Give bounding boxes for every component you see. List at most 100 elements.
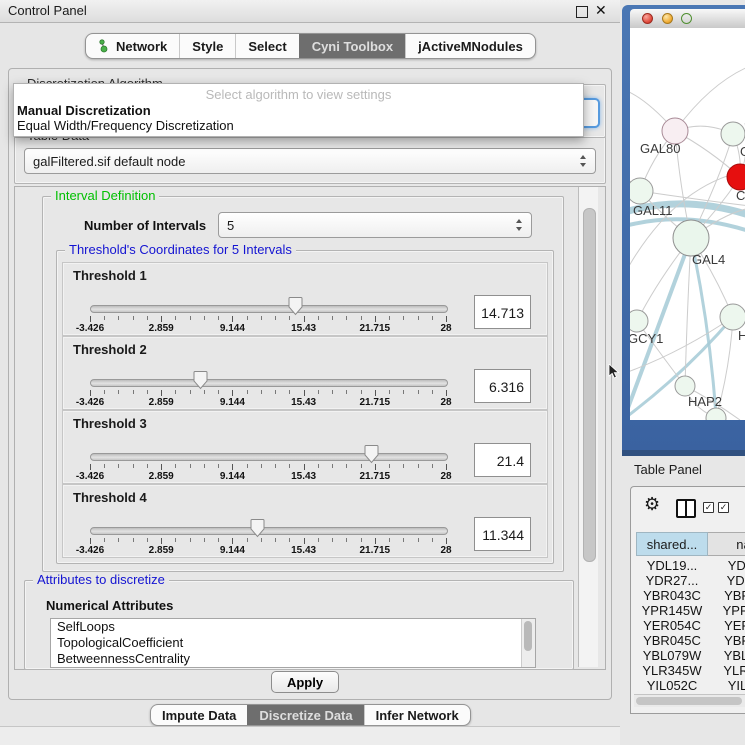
tick-mark (446, 464, 447, 470)
tick-mark (204, 538, 205, 542)
tick-label: 21.715 (360, 397, 391, 408)
list-item[interactable]: BetweennessCentrality (51, 651, 535, 667)
tick-mark (304, 538, 305, 544)
horizontal-scrollbar[interactable] (634, 694, 745, 707)
tick-mark (104, 464, 105, 468)
tick-mark (90, 316, 91, 322)
threshold-value-field[interactable]: 14.713 (474, 295, 531, 329)
close-icon[interactable]: ✕ (595, 2, 607, 19)
tick-mark (361, 538, 362, 542)
cell-shared-name: YDL19... (636, 558, 708, 573)
app-root: Control Panel ✕ Network Style Select Cyn… (0, 0, 745, 745)
tab-select[interactable]: Select (235, 34, 298, 58)
scrollbar-thumb[interactable] (524, 621, 532, 651)
slider-track[interactable] (90, 527, 448, 535)
network-window-titlebar[interactable] (630, 9, 745, 29)
network-icon (98, 39, 111, 53)
mac-minimize-button[interactable] (662, 13, 673, 24)
tick-mark (332, 538, 333, 542)
tab-discretize-data[interactable]: Discretize Data (247, 705, 363, 725)
table-row[interactable]: YPR145WYPR145W (636, 603, 745, 618)
scrollbar-thumb[interactable] (636, 697, 742, 705)
tab-label: Style (192, 39, 223, 54)
cell-name: YBR043C (708, 588, 745, 603)
slider-thumb[interactable] (288, 296, 303, 316)
table-row[interactable]: YBR045CYBR045C (636, 633, 745, 648)
slider-thumb[interactable] (364, 444, 379, 464)
table-row[interactable]: YDL19...YDL19... (636, 558, 745, 573)
tick-mark (361, 316, 362, 320)
apply-button[interactable]: Apply (271, 671, 339, 693)
column-header-name[interactable]: name (708, 532, 745, 556)
tick-label: 15.43 (291, 323, 316, 334)
tick-mark (389, 390, 390, 394)
tab-jactivemnodules[interactable]: jActiveMNodules (405, 34, 535, 58)
table-data-combo[interactable]: galFiltered.sif default node (24, 148, 596, 174)
tab-cyni-toolbox[interactable]: Cyni Toolbox (299, 34, 405, 58)
tab-network[interactable]: Network (86, 34, 179, 58)
tick-mark (247, 316, 248, 320)
network-node[interactable] (675, 376, 695, 396)
threshold-value-field[interactable]: 6.316 (474, 369, 531, 403)
tab-label: Infer Network (376, 708, 459, 723)
threshold-value-field[interactable]: 21.4 (474, 443, 531, 477)
tick-mark (375, 538, 376, 544)
number-of-intervals-combo[interactable]: 5 (218, 212, 532, 238)
network-node[interactable] (721, 122, 745, 146)
dropdown-option-equal-width-frequency[interactable]: Equal Width/Frequency Discretization (17, 118, 234, 133)
network-node[interactable] (630, 178, 653, 204)
checkbox-icon[interactable]: ✓ (718, 502, 729, 513)
checkbox-icon[interactable]: ✓ (703, 502, 714, 513)
scrollbar-thumb[interactable] (583, 208, 596, 562)
table-row[interactable]: YIL052CYIL052C (636, 678, 745, 692)
tab-impute-data[interactable]: Impute Data (151, 705, 247, 725)
tick-label: 21.715 (360, 323, 391, 334)
vertical-scrollbar[interactable] (578, 187, 598, 667)
number-of-intervals-label: Number of Intervals (84, 218, 206, 233)
tab-infer-network[interactable]: Infer Network (364, 705, 470, 725)
mac-close-button[interactable] (642, 13, 653, 24)
table-row[interactable]: YER054CYER054C (636, 618, 745, 633)
tab-style[interactable]: Style (179, 34, 235, 58)
network-edge[interactable] (675, 66, 745, 131)
list-vertical-scrollbar[interactable] (521, 619, 535, 667)
tick-mark (161, 390, 162, 396)
list-item[interactable]: TopologicalCoefficient (51, 635, 535, 651)
tick-mark (432, 464, 433, 468)
table-row[interactable]: YBL079WYBL079W (636, 648, 745, 663)
tick-mark (247, 464, 248, 468)
network-canvas[interactable]: GAL80GACGAL11GAL4GCY1HHAP2 (630, 28, 745, 420)
network-node[interactable] (673, 220, 709, 256)
tick-label: 9.144 (220, 471, 245, 482)
node-label: C (736, 188, 745, 203)
tick-mark (418, 316, 419, 320)
settings-gear-icon[interactable]: ⚙ (644, 494, 660, 515)
table-row[interactable]: YDR27...YDR27... (636, 573, 745, 588)
network-node[interactable] (706, 408, 726, 420)
list-item[interactable]: SelfLoops (51, 619, 535, 635)
tick-label: 21.715 (360, 471, 391, 482)
network-node[interactable] (720, 304, 745, 330)
slider-track[interactable] (90, 305, 448, 313)
slider-track[interactable] (90, 453, 448, 461)
mac-zoom-button[interactable] (681, 13, 692, 24)
threshold-value-field[interactable]: 11.344 (474, 517, 531, 551)
slider-track[interactable] (90, 379, 448, 387)
tick-mark (289, 464, 290, 468)
dropdown-option-manual-discretization[interactable]: Manual Discretization (17, 103, 151, 118)
table-row[interactable]: YLR345WYLR345W (636, 663, 745, 678)
node-label: GA (740, 144, 745, 159)
tick-mark (104, 390, 105, 394)
tick-label: 28 (440, 545, 451, 556)
numerical-attributes-list[interactable]: SelfLoopsTopologicalCoefficientBetweenne… (50, 618, 536, 668)
tick-mark (375, 316, 376, 322)
column-header-shared-name[interactable]: shared... (636, 532, 708, 556)
split-columns-icon[interactable] (676, 499, 696, 518)
tick-label: -3.426 (76, 397, 104, 408)
float-window-icon[interactable] (576, 6, 588, 18)
table-row[interactable]: YBR043CYBR043C (636, 588, 745, 603)
slider-thumb[interactable] (250, 518, 265, 538)
tick-mark (175, 538, 176, 542)
network-node[interactable] (630, 310, 648, 332)
slider-thumb[interactable] (193, 370, 208, 390)
